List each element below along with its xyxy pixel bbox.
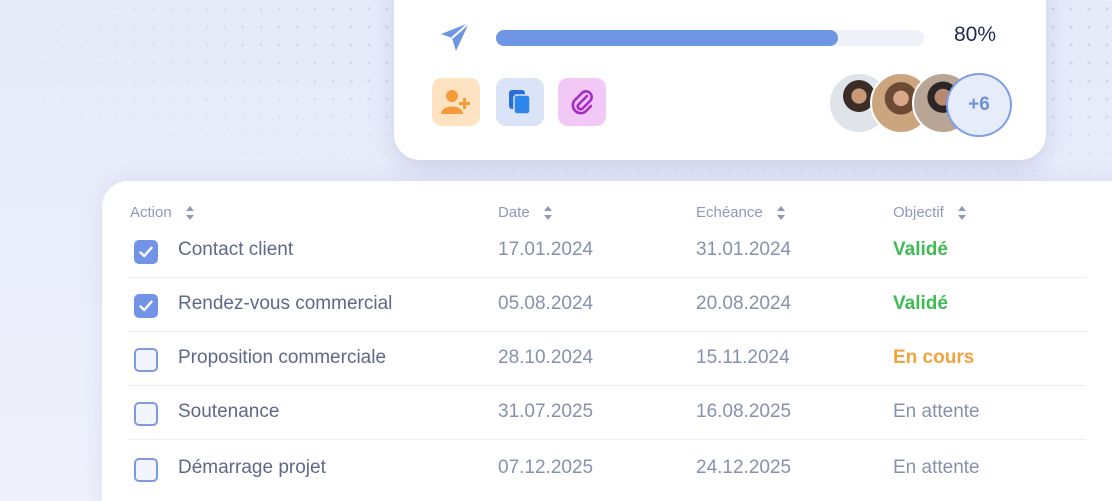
date-cell: 05.08.2024 — [498, 293, 594, 314]
column-header-label: Date — [498, 204, 530, 221]
action-cell: Contact client — [178, 239, 294, 260]
project-progress-card: 80% +6 — [394, 0, 1046, 160]
date-cell: 07.12.2025 — [498, 457, 594, 478]
actions-table: Action Date Echéance Objectif Contact cl… — [102, 181, 1112, 501]
progress-percent-label: 80% — [954, 23, 997, 46]
row-checkbox[interactable] — [134, 240, 158, 264]
table-row[interactable]: Proposition commerciale 28.10.2024 15.11… — [128, 332, 1086, 386]
due-date-cell: 15.11.2024 — [696, 347, 790, 368]
due-date-cell: 20.08.2024 — [696, 293, 792, 314]
column-header-date[interactable]: Date — [498, 204, 554, 221]
add-member-button[interactable] — [432, 78, 480, 126]
send-icon — [441, 22, 470, 51]
column-header-objective[interactable]: Objectif — [893, 204, 968, 221]
progress-bar — [496, 30, 924, 46]
action-cell: Rendez-vous commercial — [178, 293, 393, 314]
sort-icon[interactable] — [776, 205, 787, 220]
status-cell: Validé — [893, 239, 948, 260]
column-header-action[interactable]: Action — [130, 204, 196, 221]
sort-icon[interactable] — [185, 205, 196, 220]
due-date-cell: 24.12.2025 — [696, 457, 792, 478]
table-row[interactable]: Soutenance 31.07.2025 16.08.2025 En atte… — [128, 386, 1086, 440]
copy-icon — [509, 90, 531, 115]
more-members-badge[interactable]: +6 — [946, 73, 1012, 137]
sort-icon[interactable] — [957, 205, 968, 220]
table-row[interactable]: Contact client 17.01.2024 31.01.2024 Val… — [128, 224, 1086, 278]
column-header-label: Objectif — [893, 204, 944, 221]
status-cell: En attente — [893, 457, 980, 478]
action-cell: Soutenance — [178, 401, 280, 422]
row-checkbox[interactable] — [134, 402, 158, 426]
column-header-label: Action — [130, 204, 172, 221]
copy-button[interactable] — [496, 78, 544, 126]
add-user-icon — [441, 90, 470, 114]
action-cell: Démarrage projet — [178, 457, 326, 478]
row-checkbox[interactable] — [134, 348, 158, 372]
due-date-cell: 31.01.2024 — [696, 239, 792, 260]
checkmark-icon — [139, 246, 153, 258]
status-cell: En cours — [893, 347, 975, 368]
table-row[interactable]: Rendez-vous commercial 05.08.2024 20.08.… — [128, 278, 1086, 332]
attach-button[interactable] — [558, 78, 606, 126]
due-date-cell: 16.08.2025 — [696, 401, 792, 422]
checkmark-icon — [139, 300, 153, 312]
column-header-label: Echéance — [696, 204, 763, 221]
row-checkbox[interactable] — [134, 458, 158, 482]
action-cell: Proposition commerciale — [178, 347, 387, 368]
date-cell: 28.10.2024 — [498, 347, 594, 368]
status-cell: Validé — [893, 293, 948, 314]
date-cell: 17.01.2024 — [498, 239, 594, 260]
row-checkbox[interactable] — [134, 294, 158, 318]
column-header-due[interactable]: Echéance — [696, 204, 787, 221]
table-row[interactable]: Démarrage projet 07.12.2025 24.12.2025 E… — [128, 442, 1086, 496]
progress-bar-fill — [496, 30, 839, 46]
sort-icon[interactable] — [543, 205, 554, 220]
status-cell: En attente — [893, 401, 980, 422]
paperclip-icon — [571, 90, 593, 115]
date-cell: 31.07.2025 — [498, 401, 594, 422]
